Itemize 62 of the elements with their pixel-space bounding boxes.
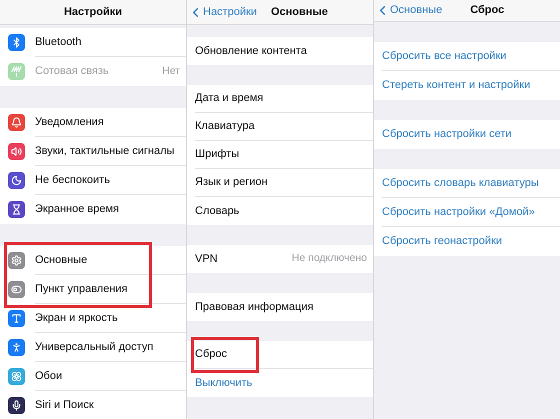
row-label: Экран и яркость [35,310,119,326]
settings-row[interactable]: Bluetooth [0,28,186,57]
row-label: VPN [195,252,219,267]
settings-row[interactable]: Сброс [187,341,373,369]
back-button[interactable]: Основные [375,2,442,19]
settings-row[interactable]: Сбросить словарь клавиатуры [374,169,560,198]
row-label: Универсальный доступ [35,340,154,355]
back-button[interactable]: Настройки [188,4,257,20]
row-label: Пункт управления [35,282,129,297]
settings-row[interactable]: Стереть контент и настройки [374,71,560,100]
settings-row[interactable]: Экранное время [0,195,186,224]
row-label: Стереть контент и настройки [382,78,532,94]
settings-row[interactable]: Экран и яркость [0,304,186,333]
row-label: Сбросить все настройки [382,48,508,64]
settings-row[interactable]: Сбросить настройки «Домой» [374,198,560,227]
settings-row[interactable]: Словарь [187,197,373,225]
row-label: Обновление контента [195,44,308,59]
row-label: Обои [35,368,64,384]
window-title: Основные [270,4,328,20]
window-title: Настройки [64,4,122,20]
row-label: Дата и время [195,91,264,106]
settings-row[interactable]: Клавиатура [187,113,373,141]
row-label: Звуки, тактильные сигналы [35,144,176,159]
row-label: Сбросить словарь клавиатуры [382,176,540,191]
settings-row[interactable]: Правовая информация [187,293,373,321]
settings-row[interactable]: Не беспокоить [0,166,186,195]
settings-row[interactable]: Выключить [187,369,373,397]
settings-row[interactable]: Сбросить геонастройки [374,227,560,256]
row-label: Сбросить настройки «Домой» [382,204,536,220]
row-value: Нет [162,64,180,79]
row-label: Не беспокоить [35,172,111,188]
row-label: Сброс [195,347,228,362]
row-label: Основные [35,252,88,268]
row-value: Не подключено [292,251,367,266]
settings-row[interactable]: Универсальный доступ [0,333,186,362]
settings-row[interactable]: Обновление контента [187,37,373,65]
row-label: Клавиатура [195,119,256,134]
row-label: Сбросить настройки сети [382,127,513,142]
settings-row[interactable]: Основные [0,246,186,275]
settings-row[interactable]: Siri и Поиск [0,391,186,419]
row-label: Сотовая связь [35,64,110,80]
settings-row[interactable]: Уведомления [0,108,186,137]
row-label: Экранное время [35,202,120,218]
row-label: Шрифты [195,147,240,162]
row-label: Правовая информация [195,300,314,315]
settings-row[interactable]: Сбросить настройки сети [374,120,560,149]
settings-row[interactable]: Шрифты [187,141,373,169]
settings-row[interactable]: Дата и время [187,85,373,113]
row-label: Сбросить геонастройки [382,234,504,250]
row-label: Язык и регион [195,175,269,190]
settings-row[interactable]: Язык и регион [187,169,373,197]
row-label: Словарь [195,204,240,219]
row-label: Уведомления [35,114,105,130]
settings-row[interactable]: VPN Не подключено [187,245,373,273]
row-label: Выключить [195,376,254,391]
settings-row[interactable]: Звуки, тактильные сигналы [0,137,186,166]
settings-row[interactable]: Сбросить все настройки [374,42,560,71]
settings-row[interactable]: Обои [0,362,186,391]
window-title: Сброс [470,3,504,18]
row-label: Siri и Поиск [35,398,95,414]
row-label: Bluetooth [35,34,82,50]
settings-row[interactable]: Пункт управления [0,275,186,304]
